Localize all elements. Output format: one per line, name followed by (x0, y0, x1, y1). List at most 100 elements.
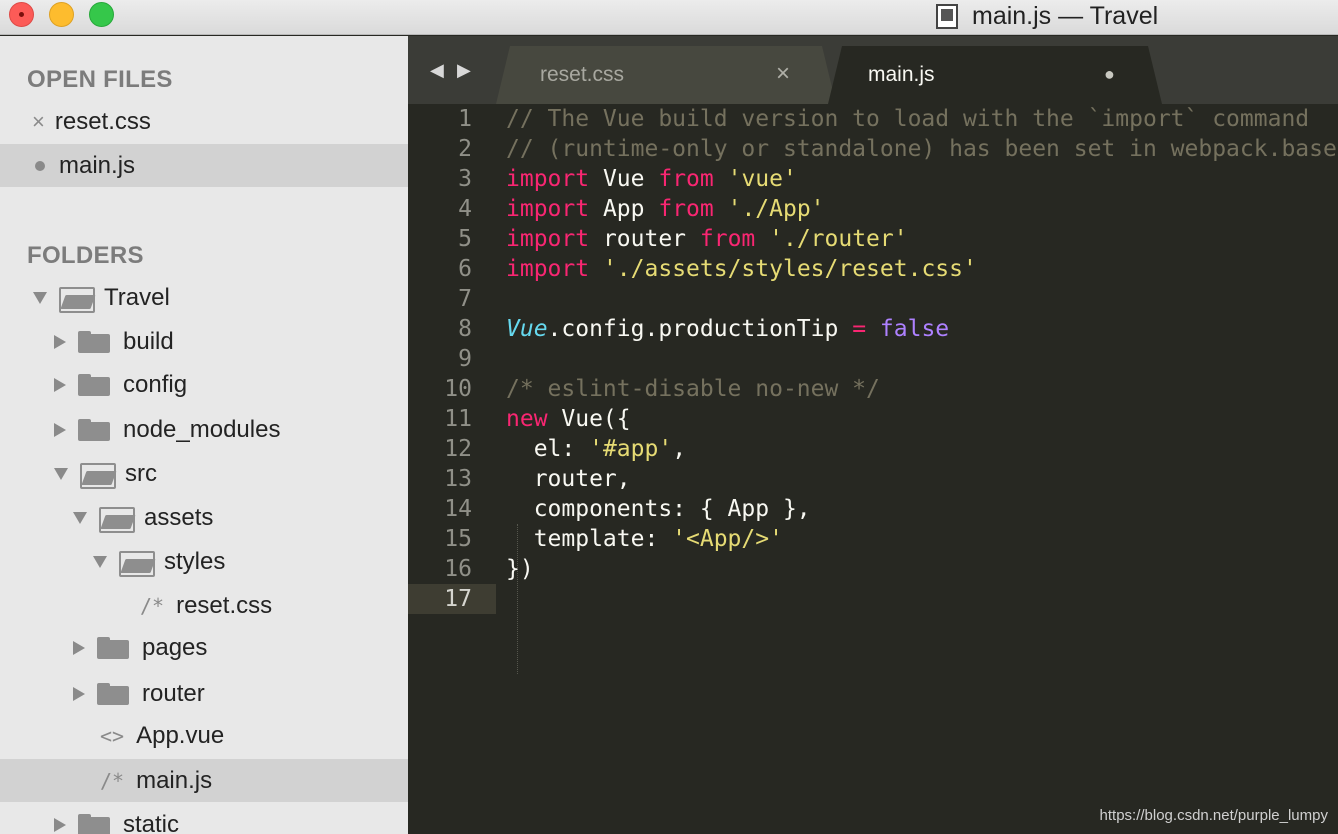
tab-main-js[interactable]: main.js ● (828, 46, 1162, 104)
window-title-text: main.js — Travel (972, 1, 1159, 30)
line-number: 8 (458, 316, 472, 342)
chevron-right-icon[interactable] (54, 422, 66, 437)
code-line: template: '<App/>' (506, 524, 1337, 554)
code-token: // The Vue build version to load with th… (506, 106, 1310, 132)
code-line: import router from './router' (506, 224, 1337, 254)
chevron-down-icon[interactable] (93, 555, 107, 568)
tab-close-icon[interactable]: × (776, 60, 790, 88)
tree-item-main-js[interactable]: /* main.js (0, 759, 408, 802)
minimize-window-button[interactable] (49, 2, 74, 27)
open-file-label: reset.css (54, 107, 151, 135)
code-token: import (506, 226, 590, 252)
code-token: from (658, 196, 714, 222)
code-token: import (506, 166, 590, 192)
tab-reset-css[interactable]: reset.css × (496, 46, 836, 104)
modified-dot-icon[interactable]: ● (1104, 64, 1115, 85)
line-number-gutter: 1 2 3 4 5 6 7 8 9 10 11 12 13 14 15 16 17 (408, 104, 496, 614)
tree-item-styles[interactable]: styles (0, 540, 408, 583)
chevron-down-icon[interactable] (54, 467, 68, 480)
folder-icon (78, 813, 110, 834)
line-number: 10 (444, 376, 472, 402)
code-token: new (506, 406, 548, 432)
line-number: 4 (458, 196, 472, 222)
tree-item-app-vue[interactable]: <> App.vue (0, 714, 408, 757)
line-number: 16 (444, 556, 472, 582)
line-number: 13 (444, 466, 472, 492)
code-line: import './assets/styles/reset.css' (506, 254, 1337, 284)
line-number: 5 (458, 226, 472, 252)
code-area[interactable]: // The Vue build version to load with th… (506, 104, 1337, 614)
code-token: template: (506, 526, 673, 552)
folder-icon (97, 636, 129, 659)
tree-item-travel[interactable]: Travel (0, 276, 408, 319)
code-token: .config.productionTip (547, 316, 853, 342)
open-file-main-js[interactable]: main.js (0, 144, 408, 187)
tree-item-node-modules[interactable]: node_modules (0, 408, 408, 451)
close-icon[interactable]: × (32, 109, 45, 135)
nav-forward-icon[interactable]: ▶ (457, 60, 471, 81)
folder-icon (78, 418, 110, 441)
code-token: './router' (769, 226, 908, 252)
tree-item-label: styles (164, 547, 226, 575)
code-token: Vue({ (547, 406, 631, 432)
tree-item-reset-css[interactable]: /* reset.css (0, 584, 408, 627)
tree-item-router[interactable]: router (0, 672, 408, 715)
line-number: 9 (458, 346, 472, 372)
code-line: router, (506, 464, 1337, 494)
tree-item-static[interactable]: static (0, 803, 408, 834)
line-number: 12 (444, 436, 472, 462)
watermark: https://blog.csdn.net/purple_lumpy (1099, 807, 1328, 824)
chevron-right-icon[interactable] (54, 817, 66, 832)
line-number: 1 (458, 106, 472, 132)
code-editor[interactable]: 1 2 3 4 5 6 7 8 9 10 11 12 13 14 15 16 17 // The Vue bui… (408, 104, 1338, 834)
tree-item-label: config (123, 370, 188, 398)
sidebar: OPEN FILES × reset.css main.js FOLDERS T… (0, 36, 408, 834)
code-line: /* eslint-disable no-new */ (506, 374, 1337, 404)
tree-item-label: assets (144, 503, 214, 531)
tree-item-build[interactable]: build (0, 320, 408, 363)
folder-open-icon (119, 550, 155, 577)
code-token: // (runtime-only or standalone) has been… (506, 136, 1337, 162)
code-token: /* eslint-disable no-new */ (506, 376, 880, 402)
open-file-reset-css[interactable]: × reset.css (0, 100, 408, 143)
code-token: components: { App }, (506, 496, 811, 522)
code-token: import (506, 256, 590, 282)
nav-back-icon[interactable]: ◀ (430, 60, 444, 81)
comment-file-icon: /* (100, 768, 125, 793)
code-token: }) (506, 556, 534, 582)
code-line: import App from './App' (506, 194, 1337, 224)
tree-item-config[interactable]: config (0, 363, 408, 406)
chevron-right-icon[interactable] (73, 686, 85, 701)
chevron-right-icon[interactable] (54, 377, 66, 392)
line-number: 7 (458, 286, 472, 312)
code-token: router, (506, 466, 631, 492)
chevron-down-icon[interactable] (33, 291, 47, 304)
chevron-right-icon[interactable] (54, 334, 66, 349)
code-token: el: (506, 436, 590, 462)
line-number: 2 (458, 136, 472, 162)
tree-item-pages[interactable]: pages (0, 626, 408, 669)
tree-item-label: static (123, 810, 180, 834)
tree-item-label: main.js (136, 766, 213, 794)
code-token: Vue (506, 316, 548, 342)
tree-item-label: Travel (104, 283, 170, 311)
tree-item-assets[interactable]: assets (0, 496, 408, 539)
chevron-right-icon[interactable] (73, 640, 85, 655)
comment-file-icon: /* (140, 593, 165, 618)
zoom-window-button[interactable] (89, 2, 114, 27)
line-number: 3 (458, 166, 472, 192)
code-line: }) (506, 554, 1337, 584)
chevron-down-icon[interactable] (73, 511, 87, 524)
tab-label: reset.css (540, 63, 625, 86)
close-window-button[interactable] (9, 2, 34, 27)
tree-item-src[interactable]: src (0, 452, 408, 495)
line-number: 15 (444, 526, 472, 552)
code-line: import Vue from 'vue' (506, 164, 1337, 194)
code-token: false (879, 316, 950, 342)
